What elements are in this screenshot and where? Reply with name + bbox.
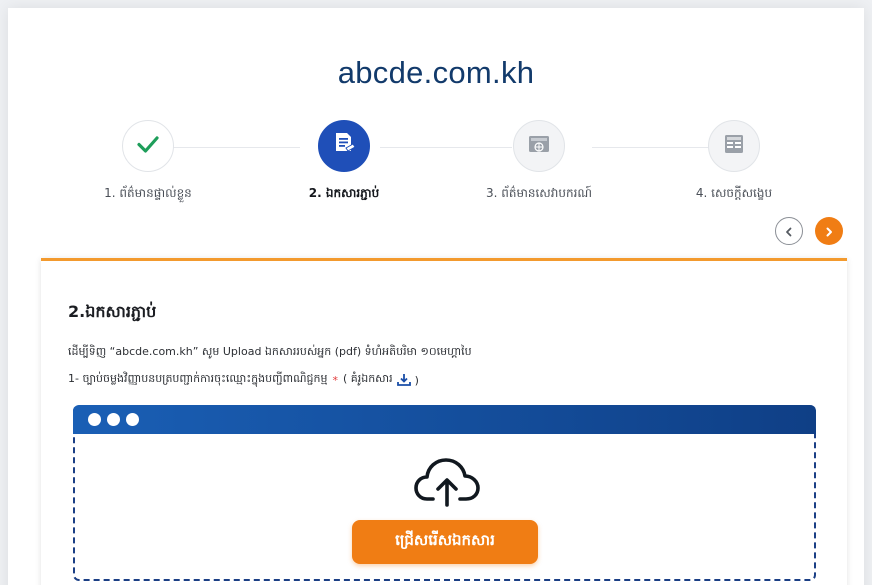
sample-document-link[interactable]: ( គំរូឯកសារ ) <box>343 372 419 388</box>
download-icon <box>396 374 411 386</box>
step-label: 2. ឯកសារភ្ជាប់ <box>308 186 380 200</box>
window-dot <box>126 413 139 426</box>
registration-card: abcde.com.kh 1. ព័ត៌មានផ្ទាល់ខ្លួន 2. ឯក… <box>8 8 864 585</box>
document-icon <box>332 131 356 161</box>
step-circle <box>513 120 565 172</box>
site-title: abcde.com.kh <box>337 55 535 90</box>
step-device-info[interactable]: 3. ព័ត៌មានសេវាបករណ៍ <box>464 120 614 203</box>
upload-instructions: ដើម្បីទិញ “abcde.com.kh” សូម Upload ឯកសា… <box>68 345 472 358</box>
step-summary[interactable]: 4. សេចក្ដីសង្ខេប <box>659 120 809 203</box>
step-label: 4. សេចក្ដីសង្ខេប <box>695 186 773 200</box>
window-dot <box>107 413 120 426</box>
cloud-upload-icon <box>413 455 481 511</box>
previous-step-button[interactable] <box>775 217 803 245</box>
required-document: 1- ច្បាប់ចម្លងវិញ្ញាបនបត្របញ្ជាក់ការចុះឈ… <box>68 372 419 388</box>
step-label: 1. ព័ត៌មានផ្ទាល់ខ្លួន <box>104 186 192 200</box>
step-personal-info[interactable]: 1. ព័ត៌មានផ្ទាល់ខ្លួន <box>73 120 223 203</box>
next-step-button[interactable] <box>815 217 843 245</box>
step-circle <box>122 120 174 172</box>
step-circle <box>708 120 760 172</box>
required-document-label: 1- ច្បាប់ចម្លងវិញ្ញាបនបត្របញ្ជាក់ការចុះឈ… <box>68 372 328 385</box>
step-attachments[interactable]: 2. ឯកសារភ្ជាប់ <box>269 120 419 203</box>
upload-dropzone[interactable]: ជ្រើសរើសឯកសារ <box>73 405 816 581</box>
upload-window-bar <box>73 405 816 434</box>
chevron-right-icon <box>824 222 834 241</box>
sample-link-close: ) <box>414 373 419 387</box>
chevron-left-icon <box>784 222 794 241</box>
window-dot <box>88 413 101 426</box>
step-label: 3. ព័ត៌មានសេវាបករណ៍ <box>485 186 593 200</box>
summary-icon <box>723 133 745 159</box>
step-circle <box>318 120 370 172</box>
required-marker: * <box>332 373 338 387</box>
stepper: 1. ព័ត៌មានផ្ទាល់ខ្លួន 2. ឯកសារភ្ជាប់ 3. … <box>8 120 864 210</box>
sample-link-open: ( គំរូឯកសារ <box>342 372 393 385</box>
panel-title: 2.ឯកសារភ្ជាប់ <box>68 302 157 321</box>
check-icon <box>136 132 160 160</box>
choose-file-button[interactable]: ជ្រើសរើសឯកសារ <box>352 520 538 564</box>
server-icon <box>527 133 551 159</box>
attachments-panel: 2.ឯកសារភ្ជាប់ ដើម្បីទិញ “abcde.com.kh” ស… <box>41 258 847 585</box>
